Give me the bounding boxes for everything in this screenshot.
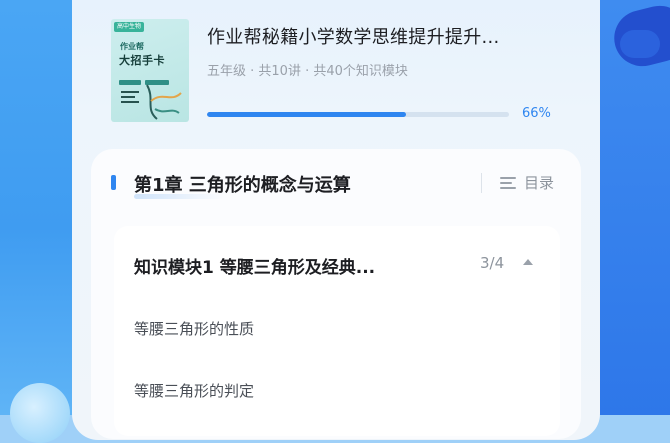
lesson-item[interactable]: 等腰三角形的性质 [134,318,254,339]
chapter-title: 第1章 三角形的概念与运算 [134,175,351,196]
chapter-marker [111,175,116,190]
cover-title: 大招手卡 [119,54,165,67]
toc-label: 目录 [524,174,555,192]
cover-illustration [146,84,182,120]
decor-blob [620,30,660,58]
cover-tag: 高中生物 [114,22,145,32]
toc-button[interactable]: 目录 [500,172,554,193]
decor-bubble [10,383,70,443]
progress-label: 66% [522,106,551,121]
book-cover[interactable]: 高中生物 作业帮 大招手卡 [111,19,189,122]
chevron-up-icon[interactable] [522,258,534,266]
progress-fill [207,112,407,117]
module-progress-count: 3/4 [480,254,505,272]
cover-brand: 作业帮 [120,42,144,51]
progress-bar [207,112,509,117]
cover-decor-labels [119,70,179,85]
lesson-item[interactable]: 等腰三角形的判定 [134,380,254,401]
module-title[interactable]: 知识模块1 等腰三角形及经典... [134,253,375,278]
book-title: 作业帮秘籍小学数学思维提升提升... [207,27,500,48]
book-meta: 五年级 · 共10讲 · 共40个知识模块 [207,64,408,79]
list-icon [500,176,516,189]
divider [481,173,482,193]
cover-decor-lines [121,91,143,106]
